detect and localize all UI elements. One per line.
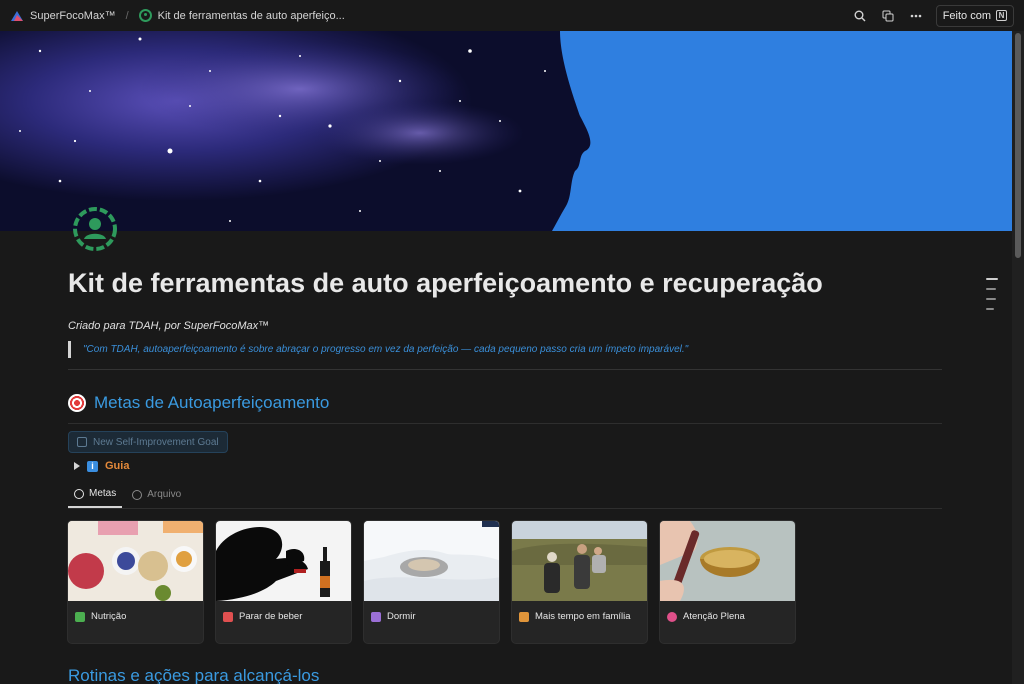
- notion-logo-icon: N: [996, 10, 1007, 21]
- page-title: Kit de ferramentas de auto aperfeiçoamen…: [68, 268, 823, 298]
- tab-metas[interactable]: Metas: [68, 484, 123, 508]
- cover-image: [0, 31, 1012, 231]
- goal-card-nutrition[interactable]: Nutrição: [67, 520, 204, 644]
- toc-line[interactable]: [986, 298, 996, 300]
- guide-label: Guia: [105, 460, 130, 472]
- utensils-icon: [75, 612, 85, 622]
- new-goal-button[interactable]: New Self-Improvement Goal: [68, 431, 228, 453]
- card-label: Atenção Plena: [683, 611, 745, 622]
- breadcrumb: SuperFocoMax™ / Kit de ferramentas de au…: [10, 9, 345, 22]
- page-subtitle: Criado para TDAH, por SuperFocoMax™: [68, 320, 270, 332]
- toc-line[interactable]: [986, 308, 994, 310]
- made-with-label: Feito com: [942, 9, 991, 22]
- breadcrumb-workspace[interactable]: SuperFocoMax™: [30, 10, 116, 22]
- goal-card-family[interactable]: Mais tempo em família: [511, 520, 648, 644]
- goal-gallery: Nutrição Parar de beber Dormir Mais temp…: [67, 520, 796, 644]
- page-quote: "Com TDAH, autoaperfeiçoamento é sobre a…: [68, 341, 688, 358]
- table-of-contents[interactable]: [986, 278, 998, 318]
- breadcrumb-separator: /: [125, 9, 129, 22]
- page-user-icon[interactable]: [72, 206, 118, 252]
- scrollbar[interactable]: [1012, 31, 1024, 684]
- more-options-icon[interactable]: [908, 8, 924, 24]
- tab-label: Metas: [89, 488, 117, 499]
- tab-label: Arquivo: [147, 489, 182, 500]
- target-icon: [68, 394, 86, 412]
- cover-galaxy-profile: [0, 31, 1012, 231]
- made-with-notion-button[interactable]: Feito com N: [935, 4, 1014, 27]
- guide-toggle[interactable]: i Guia: [74, 460, 129, 472]
- card-cover-image: [512, 521, 647, 601]
- card-cover-image: [660, 521, 795, 601]
- divider: [68, 369, 942, 370]
- card-label: Parar de beber: [239, 611, 303, 622]
- duplicate-icon[interactable]: [880, 8, 896, 24]
- goals-heading: Metas de Autoaperfeiçoamento: [68, 393, 329, 413]
- goals-view-icon: [74, 488, 84, 499]
- toc-line[interactable]: [986, 288, 996, 290]
- info-icon: i: [87, 460, 98, 472]
- workspace-logo-icon: [11, 10, 23, 21]
- goal-card-sleep[interactable]: Dormir: [363, 520, 500, 644]
- view-tabs: Metas Arquivo: [68, 484, 187, 508]
- breadcrumb-page[interactable]: Kit de ferramentas de auto aperfeiço...: [158, 10, 345, 22]
- scrollbar-thumb[interactable]: [1015, 33, 1021, 258]
- divider: [68, 423, 942, 424]
- tab-arquivo[interactable]: Arquivo: [126, 484, 187, 508]
- bed-icon: [371, 612, 381, 622]
- card-cover-image: [364, 521, 499, 601]
- card-label: Mais tempo em família: [535, 611, 631, 622]
- edit-icon: [77, 437, 87, 447]
- family-icon: [519, 612, 529, 622]
- goal-card-stop-drinking[interactable]: Parar de beber: [215, 520, 352, 644]
- new-goal-label: New Self-Improvement Goal: [93, 436, 219, 448]
- goals-heading-text: Metas de Autoaperfeiçoamento: [94, 393, 330, 412]
- card-cover-image: [216, 521, 351, 601]
- card-cover-image: [68, 521, 203, 601]
- card-label: Nutrição: [91, 611, 127, 622]
- search-icon[interactable]: [852, 8, 868, 24]
- goal-card-mindfulness[interactable]: Atenção Plena: [659, 520, 796, 644]
- tabs-divider: [68, 508, 942, 509]
- top-bar: SuperFocoMax™ / Kit de ferramentas de au…: [0, 0, 1024, 31]
- routines-heading: Rotinas e ações para alcançá-los: [68, 666, 320, 684]
- archive-view-icon: [132, 489, 143, 500]
- mindfulness-icon: [667, 612, 677, 622]
- toc-line[interactable]: [986, 278, 998, 280]
- page-breadcrumb-icon: [138, 9, 152, 22]
- wine-glass-icon: [223, 612, 233, 622]
- toggle-triangle-icon[interactable]: [74, 462, 80, 470]
- card-label: Dormir: [387, 611, 416, 622]
